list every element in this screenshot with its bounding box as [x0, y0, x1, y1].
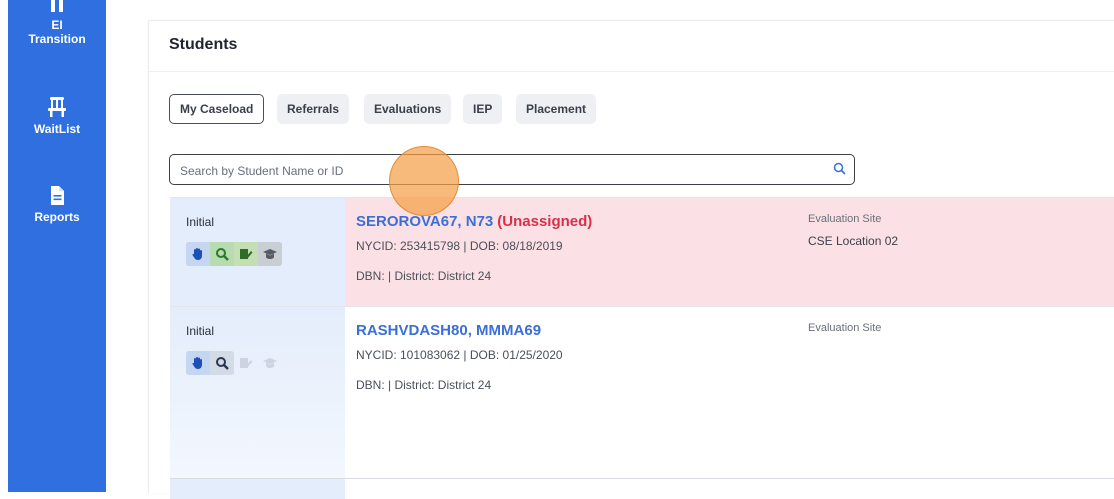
sidebar-item-reports[interactable]: Reports: [8, 186, 106, 224]
edit-document-icon: [234, 351, 258, 375]
tab-placement[interactable]: Placement: [516, 94, 597, 124]
sidebar-item-ei-transition[interactable]: EI Transition: [8, 0, 106, 46]
student-ids: NYCID: 253415798 | DOB: 08/18/2019: [356, 239, 563, 253]
row-status-cell: Initial: [170, 307, 345, 479]
search-icon[interactable]: [833, 162, 846, 175]
tab-my-caseload[interactable]: My Caseload: [169, 94, 265, 124]
referral-type: Initial: [186, 215, 215, 229]
student-name-link[interactable]: SEROROVA67, N73 (Unassigned): [356, 213, 592, 230]
title-divider: [149, 71, 1114, 72]
evaluation-site-label: Evaluation Site: [808, 322, 882, 334]
student-row[interactable]: Initial RASHVDASH80, MMMA69 NYCID: 10108…: [170, 306, 1114, 479]
edit-document-icon[interactable]: [234, 242, 258, 266]
chair-icon: [48, 97, 66, 117]
people-icon: [51, 0, 63, 12]
row-status-cell: Initial: [170, 198, 345, 306]
magnifier-icon[interactable]: [210, 351, 234, 375]
document-icon: [51, 186, 64, 205]
workflow-icons: [186, 242, 282, 266]
evaluation-site-label: Evaluation Site: [808, 213, 882, 225]
sidebar-item-label: EI: [51, 18, 63, 32]
row-status-cell: [170, 479, 345, 499]
student-name: SEROROVA67, N73: [356, 213, 494, 230]
sidebar: EI Transition WaitList Reports: [8, 0, 106, 492]
tab-iep[interactable]: IEP: [463, 94, 503, 124]
graduation-cap-icon[interactable]: [258, 242, 282, 266]
tab-referrals[interactable]: Referrals: [277, 94, 350, 124]
referral-type: Initial: [186, 324, 215, 338]
workflow-icons: [186, 351, 282, 375]
tab-evaluations[interactable]: Evaluations: [364, 94, 452, 124]
magnifier-icon[interactable]: [210, 242, 234, 266]
sidebar-item-label: WaitList: [33, 122, 81, 136]
student-district: DBN: | District: District 24: [356, 378, 492, 392]
hand-icon[interactable]: [186, 351, 210, 375]
page-title: Students: [169, 36, 238, 53]
student-row[interactable]: [170, 478, 1114, 499]
student-row[interactable]: Initial SEROROVA67, N73 (Unassigned) NYCI…: [170, 197, 1114, 306]
sidebar-item-label: Transition: [28, 32, 86, 46]
sidebar-item-waitlist[interactable]: WaitList: [8, 96, 106, 136]
student-district: DBN: | District: District 24: [356, 269, 492, 283]
evaluation-site-value: CSE Location 02: [808, 234, 899, 248]
student-ids: NYCID: 101083062 | DOB: 01/25/2020: [356, 348, 563, 362]
graduation-cap-icon: [258, 351, 282, 375]
hand-icon[interactable]: [186, 242, 210, 266]
search-input[interactable]: [178, 159, 812, 182]
students-panel: Students My Caseload Referrals Evaluatio…: [148, 20, 1114, 499]
student-name: RASHVDASH80, MMMA69: [356, 322, 542, 339]
unassigned-badge: (Unassigned): [497, 213, 593, 230]
search-box: [169, 154, 855, 185]
student-name-link[interactable]: RASHVDASH80, MMMA69: [356, 322, 541, 339]
sidebar-item-label: Reports: [34, 210, 80, 224]
